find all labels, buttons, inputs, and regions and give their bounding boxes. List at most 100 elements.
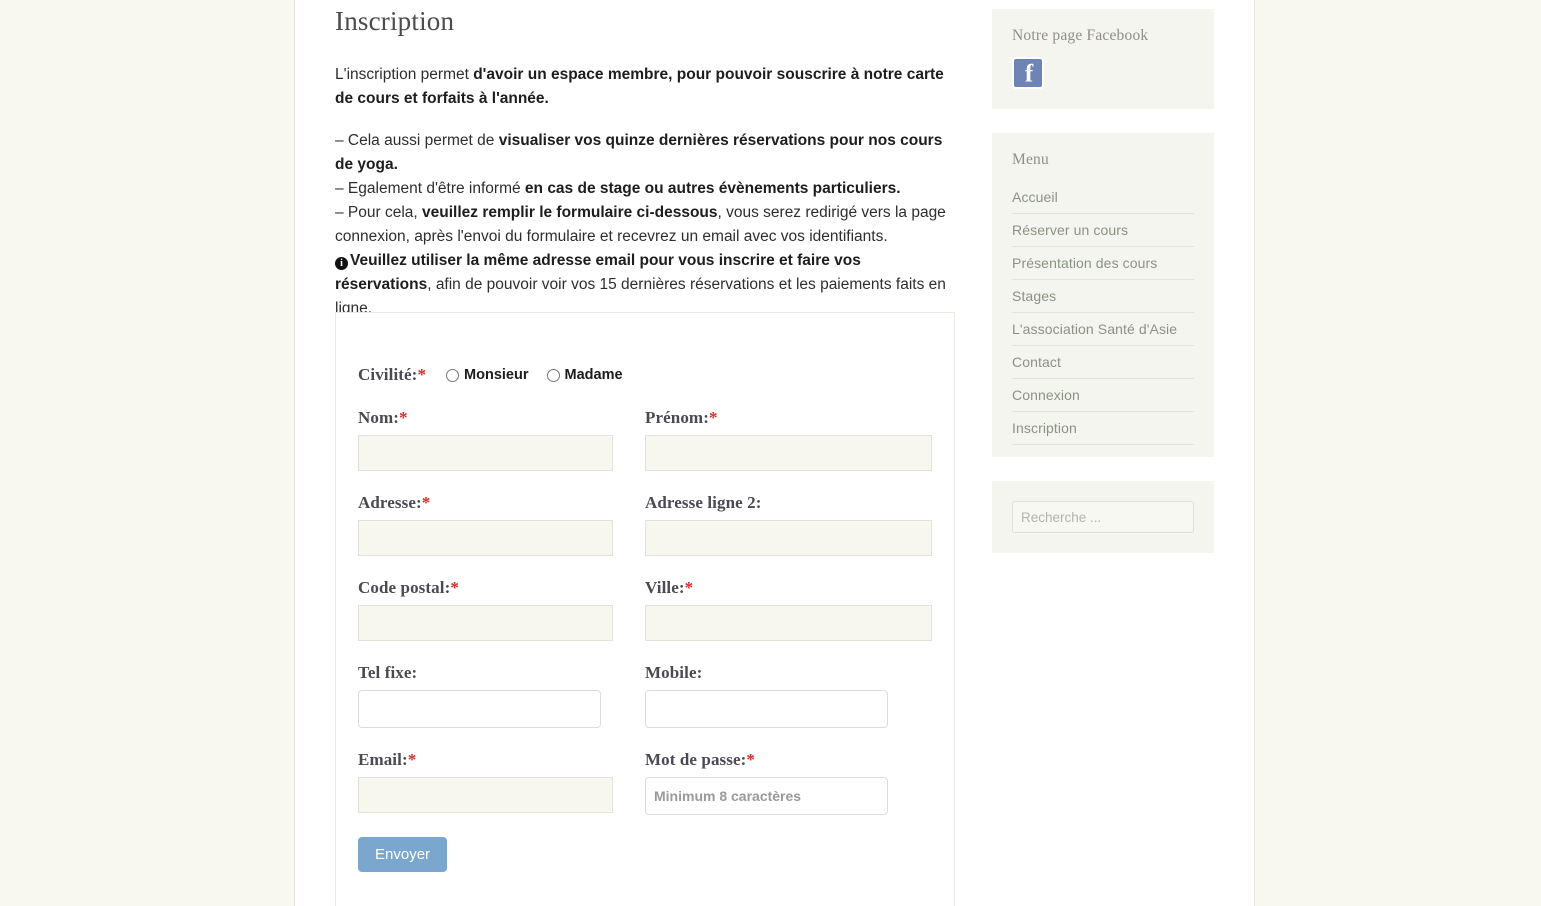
radio-icon-madame[interactable]: [546, 368, 560, 382]
radio-option-monsieur[interactable]: Monsieur: [446, 367, 529, 383]
menu-link-reserver-un-cours[interactable]: Réserver un cours: [1012, 214, 1194, 246]
search-input[interactable]: [1012, 501, 1194, 533]
menu-item-inscription[interactable]: Inscription: [1012, 412, 1194, 445]
civilite-radio-group: Monsieur Madame: [446, 367, 640, 383]
code-postal-label: Code postal:*: [358, 578, 613, 598]
intro-l4-suffix: , afin de pouvoir voir vos 15 dernières …: [335, 276, 946, 317]
mobile-label-text: Mobile:: [645, 663, 703, 682]
form-row-nom-prenom: Nom:* Prénom:*: [358, 408, 932, 471]
menu-list: Accueil Réserver un cours Présentation d…: [1012, 181, 1194, 445]
code-postal-required-mark: *: [450, 578, 459, 597]
prenom-label-text: Prénom:: [645, 408, 709, 427]
civilite-row: Civilité:* Monsieur Madame: [358, 365, 932, 385]
submit-row: Envoyer: [358, 837, 932, 872]
widget-facebook: Notre page Facebook: [992, 9, 1214, 109]
adresse2-input[interactable]: [645, 520, 932, 556]
ville-label: Ville:*: [645, 578, 932, 598]
intro-l1-prefix: – Cela aussi permet de: [335, 132, 499, 149]
form-row-adresse: Adresse:* Adresse ligne 2:: [358, 493, 932, 556]
menu-item-presentation-des-cours[interactable]: Présentation des cours: [1012, 247, 1194, 280]
menu-item-association-sante-dasie[interactable]: L'association Santé d'Asie: [1012, 313, 1194, 346]
ville-label-text: Ville:: [645, 578, 685, 597]
menu-link-connexion[interactable]: Connexion: [1012, 379, 1194, 411]
form-row-credentials: Email:* Mot de passe:*: [358, 750, 932, 815]
menu-link-contact[interactable]: Contact: [1012, 346, 1194, 378]
nom-input[interactable]: [358, 435, 613, 471]
menu-item-reserver-un-cours[interactable]: Réserver un cours: [1012, 214, 1194, 247]
intro-p1-prefix: L'inscription permet: [335, 66, 474, 83]
form-row-cp-ville: Code postal:* Ville:*: [358, 578, 932, 641]
intro-paragraph-2: – Cela aussi permet de visualiser vos qu…: [335, 129, 955, 321]
nom-label: Nom:*: [358, 408, 613, 428]
mot-de-passe-input[interactable]: [645, 777, 888, 815]
form-group-adresse2: Adresse ligne 2:: [645, 493, 932, 556]
nom-label-text: Nom:: [358, 408, 399, 427]
adresse2-label: Adresse ligne 2:: [645, 493, 932, 513]
adresse2-label-text: Adresse ligne 2:: [645, 493, 762, 512]
radio-option-madame[interactable]: Madame: [546, 367, 623, 383]
email-label: Email:*: [358, 750, 613, 770]
intro-line-1: – Cela aussi permet de visualiser vos qu…: [335, 129, 955, 177]
form-group-nom: Nom:*: [358, 408, 645, 471]
menu-item-stages[interactable]: Stages: [1012, 280, 1194, 313]
tel-fixe-label: Tel fixe:: [358, 663, 631, 683]
form-group-mot-de-passe: Mot de passe:*: [645, 750, 932, 815]
prenom-input[interactable]: [645, 435, 932, 471]
main-content: Inscription L'inscription permet d'avoir…: [335, 0, 955, 339]
intro-l3-bold: veuillez remplir le formulaire ci-dessou…: [422, 204, 718, 221]
menu-link-association-sante-dasie[interactable]: L'association Santé d'Asie: [1012, 313, 1194, 345]
mot-de-passe-required-mark: *: [746, 750, 756, 769]
adresse-input[interactable]: [358, 520, 613, 556]
content-right-divider: [1254, 0, 1255, 906]
menu-link-presentation-des-cours[interactable]: Présentation des cours: [1012, 247, 1194, 279]
prenom-label: Prénom:*: [645, 408, 932, 428]
code-postal-input[interactable]: [358, 605, 613, 641]
facebook-icon[interactable]: [1012, 57, 1044, 89]
menu-item-connexion[interactable]: Connexion: [1012, 379, 1194, 412]
adresse-label-text: Adresse:: [358, 493, 422, 512]
submit-button[interactable]: Envoyer: [358, 837, 448, 872]
intro-text: L'inscription permet d'avoir un espace m…: [335, 63, 955, 321]
email-required-mark: *: [407, 750, 417, 769]
intro-line-3: – Pour cela, veuillez remplir le formula…: [335, 201, 955, 249]
form-group-mobile: Mobile:: [645, 663, 932, 728]
form-group-email: Email:*: [358, 750, 645, 815]
mot-de-passe-label: Mot de passe:*: [645, 750, 932, 770]
page-title: Inscription: [335, 6, 455, 36]
facebook-widget-title: Notre page Facebook: [1012, 27, 1149, 44]
intro-line-4: i Veuillez utiliser la même adresse email…: [335, 249, 955, 321]
ville-input[interactable]: [645, 605, 932, 641]
menu-link-inscription[interactable]: Inscription: [1012, 412, 1194, 444]
code-postal-label-text: Code postal:: [358, 578, 451, 597]
radio-icon-monsieur[interactable]: [446, 368, 460, 382]
menu-link-accueil[interactable]: Accueil: [1012, 181, 1194, 213]
inscription-form: Civilité:* Monsieur Madame Nom:* Prénom:…: [335, 312, 955, 906]
civilite-label-text: Civilité:: [358, 365, 418, 384]
page-root: Inscription L'inscription permet d'avoir…: [0, 0, 1541, 906]
ville-required-mark: *: [684, 578, 694, 597]
email-label-text: Email:: [358, 750, 408, 769]
intro-l3-prefix: – Pour cela,: [335, 204, 423, 221]
adresse-required-mark: *: [421, 493, 431, 512]
prenom-required-mark: *: [708, 408, 718, 427]
widget-search: [992, 481, 1214, 553]
menu-item-contact[interactable]: Contact: [1012, 346, 1194, 379]
form-group-tel-fixe: Tel fixe:: [358, 663, 645, 728]
intro-line-2: – Egalement d'être informé en cas de sta…: [335, 177, 955, 201]
widget-menu: Menu Accueil Réserver un cours Présentat…: [992, 133, 1214, 457]
menu-link-stages[interactable]: Stages: [1012, 280, 1194, 312]
email-input[interactable]: [358, 777, 613, 813]
civilite-label: Civilité:*: [358, 365, 426, 385]
menu-item-accueil[interactable]: Accueil: [1012, 181, 1194, 214]
radio-label-monsieur: Monsieur: [464, 367, 529, 383]
civilite-required-mark: *: [417, 365, 427, 384]
adresse-label: Adresse:*: [358, 493, 613, 513]
nom-required-mark: *: [399, 408, 408, 427]
tel-fixe-label-text: Tel fixe:: [358, 663, 418, 682]
tel-fixe-input[interactable]: [358, 690, 601, 728]
radio-label-madame: Madame: [564, 367, 623, 383]
mobile-input[interactable]: [645, 690, 888, 728]
info-icon: i: [335, 257, 348, 270]
form-group-ville: Ville:*: [645, 578, 932, 641]
form-group-adresse: Adresse:*: [358, 493, 645, 556]
